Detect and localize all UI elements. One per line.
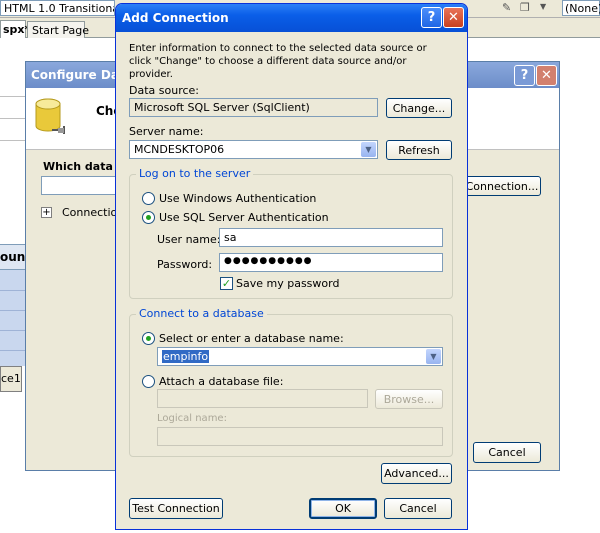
configure-cancel-button[interactable]: Cancel <box>473 442 541 463</box>
password-value: ●●●●●●●●●● <box>224 256 313 266</box>
grid-body <box>0 270 25 366</box>
tab-start-page[interactable]: Start Page <box>27 21 89 38</box>
cancel-button[interactable]: Cancel <box>384 498 452 519</box>
windows-auth-radio[interactable] <box>142 192 155 205</box>
database-icon <box>34 96 68 140</box>
attach-db-label[interactable]: Attach a database file: <box>159 375 283 388</box>
sql-auth-radio[interactable] <box>142 211 155 224</box>
database-value: empinfo <box>162 350 210 363</box>
server-name-combo[interactable]: MCNDESKTOP06 ▼ <box>129 140 378 159</box>
password-input[interactable]: ●●●●●●●●●● <box>219 253 443 272</box>
intro-text: Enter information to connect to the sele… <box>129 43 427 80</box>
advanced-label: Advanced... <box>384 467 449 480</box>
tab-aspx[interactable]: spx* <box>0 20 30 38</box>
toolbar-tool-icon[interactable]: ✎ <box>502 1 511 14</box>
change-label: Change... <box>392 101 446 115</box>
attach-db-radio[interactable] <box>142 375 155 388</box>
toolbar-icons[interactable]: ✎ ❐ ▼ <box>488 0 558 17</box>
logon-group-title: Log on to the server <box>136 167 254 180</box>
save-password-label[interactable]: Save my password <box>236 277 339 290</box>
data-source-label: Data source: <box>129 84 199 97</box>
editor-line <box>0 140 25 141</box>
grid-header: ound <box>0 244 34 270</box>
save-password-checkbox[interactable]: ✓ <box>220 277 233 290</box>
add-connection-help-button[interactable]: ? <box>421 7 442 28</box>
username-value: sa <box>224 231 237 244</box>
add-connection-close-button[interactable]: ✕ <box>443 7 464 28</box>
password-label: Password: <box>157 258 213 271</box>
new-connection-button[interactable]: Connection... <box>463 176 541 196</box>
sql-auth-label[interactable]: Use SQL Server Authentication <box>159 211 329 224</box>
close-icon: ✕ <box>541 68 552 83</box>
configure-cancel-label: Cancel <box>488 446 526 459</box>
browse-label: Browse... <box>383 392 435 406</box>
none-text: (None) <box>565 2 600 15</box>
refresh-button[interactable]: Refresh <box>386 140 452 160</box>
grid-row-line <box>0 290 25 291</box>
select-db-label[interactable]: Select or enter a database name: <box>159 332 344 345</box>
help-icon: ? <box>520 68 529 83</box>
advanced-button[interactable]: Advanced... <box>381 463 452 484</box>
logical-name-label: Logical name: <box>157 413 227 424</box>
toolbar-copy-icon[interactable]: ❐ <box>520 1 530 14</box>
connection-combo[interactable] <box>41 176 121 195</box>
server-name-value: MCNDESKTOP06 <box>134 143 225 156</box>
add-connection-dialog: Add Connection ? ✕ Enter information to … <box>115 3 468 530</box>
grid-row-line <box>0 310 25 311</box>
doctype-dropdown[interactable]: HTML 1.0 Transitional ( <box>0 0 115 16</box>
chevron-down-icon[interactable]: ▼ <box>426 349 441 364</box>
none-dropdown[interactable]: (None) <box>562 0 600 16</box>
cancel-label: Cancel <box>399 502 437 515</box>
new-connection-label: Connection... <box>465 179 539 193</box>
ok-button[interactable]: OK <box>309 498 377 519</box>
server-name-label: Server name: <box>129 125 204 138</box>
ok-label: OK <box>335 502 351 515</box>
username-label: User name: <box>157 233 221 246</box>
test-connection-button[interactable]: Test Connection <box>129 498 223 519</box>
database-combo[interactable]: empinfo ▼ <box>157 347 443 366</box>
doctype-text: HTML 1.0 Transitional ( <box>4 2 114 15</box>
add-connection-title: Add Connection <box>122 11 229 25</box>
data-source-field: Microsoft SQL Server (SqlClient) <box>129 98 378 117</box>
datasource-control[interactable]: ce1 <box>0 366 22 392</box>
test-connection-label: Test Connection <box>132 502 220 515</box>
chevron-down-icon[interactable]: ▼ <box>361 142 376 157</box>
attach-db-input[interactable] <box>157 389 368 408</box>
close-icon: ✕ <box>448 10 459 25</box>
editor-line <box>0 118 25 119</box>
configure-close-button[interactable]: ✕ <box>536 65 557 86</box>
change-button[interactable]: Change... <box>386 98 452 118</box>
browse-button[interactable]: Browse... <box>375 389 443 409</box>
logical-name-input[interactable] <box>157 427 443 446</box>
expand-icon[interactable]: + <box>41 207 52 218</box>
windows-auth-label[interactable]: Use Windows Authentication <box>159 192 316 205</box>
refresh-label: Refresh <box>398 143 440 157</box>
help-icon: ? <box>427 10 436 25</box>
configure-help-button[interactable]: ? <box>514 65 535 86</box>
grid-row-line <box>0 330 25 331</box>
toolbar-dropdown-icon[interactable]: ▼ <box>540 2 546 11</box>
connect-db-group-title: Connect to a database <box>136 307 267 320</box>
username-input[interactable]: sa <box>219 228 443 247</box>
tab-start-page-label: Start Page <box>32 24 89 37</box>
data-source-value: Microsoft SQL Server (SqlClient) <box>134 101 310 114</box>
editor-line <box>0 96 25 97</box>
datasource-fragment: ce1 <box>1 372 21 385</box>
grid-row-line <box>0 350 25 351</box>
select-db-radio[interactable] <box>142 332 155 345</box>
